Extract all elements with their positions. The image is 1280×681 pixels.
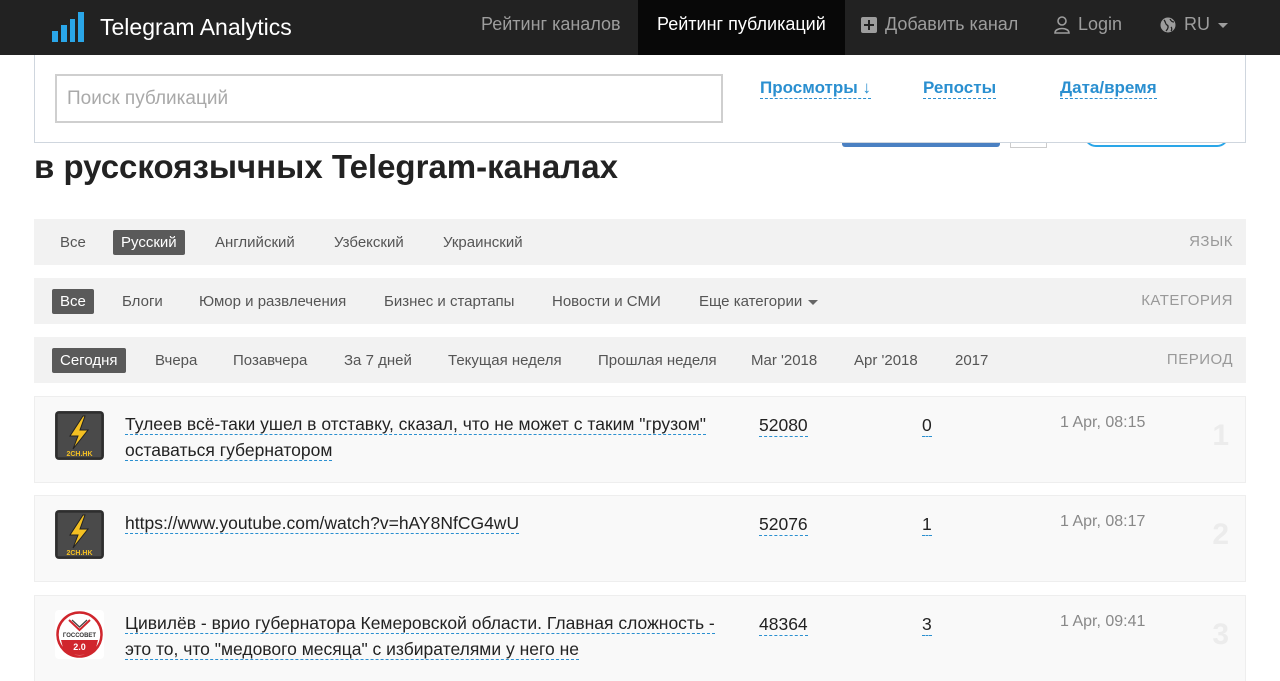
filter-period-last-week[interactable]: Прошлая неделя xyxy=(598,348,717,373)
filter-category-more-dropdown[interactable]: Еще категории xyxy=(699,289,819,314)
post-title: Цивилёв - врио губернатора Кемеровской о… xyxy=(125,613,715,660)
post-rank: 1 xyxy=(1212,419,1229,452)
filter-category-blogs[interactable]: Блоги xyxy=(122,289,163,314)
filter-period-7-days[interactable]: За 7 дней xyxy=(344,348,412,373)
filter-period-yesterday[interactable]: Вчера xyxy=(155,348,197,373)
avatar-text: 2CH.HK xyxy=(66,451,92,458)
category-filter-label: КАТЕГОРИЯ xyxy=(1141,292,1233,309)
post-reposts[interactable]: 3 xyxy=(922,613,932,636)
filter-period-2017[interactable]: 2017 xyxy=(955,348,988,373)
post-reposts[interactable]: 1 xyxy=(922,513,932,536)
brand-title[interactable]: Telegram Analytics xyxy=(100,14,292,41)
period-filter-bar: Сегодня Вчера Позавчера За 7 дней Текуща… xyxy=(34,337,1246,383)
bar-chart-icon xyxy=(52,12,84,42)
plus-square-icon xyxy=(861,17,877,34)
nav-add-channel[interactable]: Добавить канал xyxy=(861,0,1018,55)
sort-by-reposts[interactable]: Репосты xyxy=(923,78,997,99)
post-rank: 3 xyxy=(1212,618,1229,651)
post-title-link[interactable]: Тулеев всё-таки ушел в отставку, сказал,… xyxy=(125,411,715,463)
filter-category-humor[interactable]: Юмор и развлечения xyxy=(199,289,346,314)
filter-language-uzbek[interactable]: Узбекский xyxy=(334,230,404,255)
nav-language-dropdown[interactable]: RU xyxy=(1160,0,1228,55)
channel-avatar[interactable]: 2CH.HK xyxy=(55,411,104,460)
chevron-down-icon xyxy=(808,299,819,305)
post-title-link[interactable]: https://www.youtube.com/watch?v=hAY8NfCG… xyxy=(125,510,715,536)
nav-add-channel-label: Добавить канал xyxy=(885,14,1019,34)
language-filter-bar: Все Русский Английский Узбекский Украинс… xyxy=(34,219,1246,265)
lightning-icon: 2CH.HK xyxy=(55,411,104,460)
post-rank: 2 xyxy=(1212,518,1229,551)
post-card: ГОССОВЕТ 2.0 Цивилёв - врио губернатора … xyxy=(34,595,1246,681)
filter-language-ukrainian[interactable]: Украинский xyxy=(443,230,523,255)
post-title-link[interactable]: Цивилёв - врио губернатора Кемеровской о… xyxy=(125,610,715,662)
post-reposts[interactable]: 0 xyxy=(922,414,932,437)
language-filter-label: ЯЗЫК xyxy=(1189,233,1233,250)
post-views[interactable]: 48364 xyxy=(759,613,808,636)
filter-period-today[interactable]: Сегодня xyxy=(52,348,126,373)
user-icon xyxy=(1054,16,1070,35)
filter-category-all[interactable]: Все xyxy=(52,289,94,314)
post-views[interactable]: 52076 xyxy=(759,513,808,536)
gossovet-logo: ГОССОВЕТ 2.0 xyxy=(55,610,104,659)
post-card: 2CH.HK https://www.youtube.com/watch?v=h… xyxy=(34,495,1246,582)
nav-posts-rating[interactable]: Рейтинг публикаций xyxy=(638,0,845,55)
filter-language-english[interactable]: Английский xyxy=(215,230,295,255)
lightning-icon: 2CH.HK xyxy=(55,510,104,559)
filter-language-russian[interactable]: Русский xyxy=(113,230,185,255)
search-sort-panel: Просмотры ↓ Репосты Дата/время xyxy=(34,55,1246,143)
nav-login[interactable]: Login xyxy=(1054,0,1122,55)
brand-logo-link[interactable] xyxy=(52,12,84,42)
chevron-down-icon xyxy=(1218,22,1228,28)
filter-category-business[interactable]: Бизнес и стартапы xyxy=(384,289,514,314)
nav-channels-rating[interactable]: Рейтинг каналов xyxy=(481,0,621,55)
page-title: в русскоязычных Telegram-каналах xyxy=(34,148,618,185)
top-navbar: Telegram Analytics Рейтинг каналов Рейти… xyxy=(0,0,1280,55)
filter-category-news[interactable]: Новости и СМИ xyxy=(552,289,661,314)
channel-avatar[interactable]: 2CH.HK xyxy=(55,510,104,559)
sort-by-views[interactable]: Просмотры ↓ xyxy=(760,78,871,99)
post-title: Тулеев всё-таки ушел в отставку, сказал,… xyxy=(125,414,706,461)
filter-language-all[interactable]: Все xyxy=(60,230,86,255)
nav-language-label: RU xyxy=(1184,14,1210,34)
filter-period-mar-2018[interactable]: Mar '2018 xyxy=(751,348,817,373)
avatar-subtext: 2.0 xyxy=(73,642,86,652)
post-time: 1 Apr, 08:15 xyxy=(1060,414,1146,431)
nav-login-label: Login xyxy=(1078,14,1123,34)
post-time: 1 Apr, 09:41 xyxy=(1060,613,1146,630)
filter-period-apr-2018[interactable]: Apr '2018 xyxy=(854,348,918,373)
filter-period-day-before[interactable]: Позавчера xyxy=(233,348,307,373)
post-title: https://www.youtube.com/watch?v=hAY8NfCG… xyxy=(125,513,520,534)
post-views[interactable]: 52080 xyxy=(759,414,808,437)
period-filter-label: ПЕРИОД xyxy=(1166,351,1233,368)
avatar-text: 2CH.HK xyxy=(66,550,92,557)
post-card: 2CH.HK Тулеев всё-таки ушел в отставку, … xyxy=(34,396,1246,483)
sort-by-datetime[interactable]: Дата/время xyxy=(1060,78,1157,99)
globe-icon xyxy=(1160,17,1176,33)
more-categories-label: Еще категории xyxy=(699,293,803,310)
search-input[interactable] xyxy=(55,74,723,123)
avatar-text: ГОССОВЕТ xyxy=(63,633,97,639)
category-filter-bar: Все Блоги Юмор и развлечения Бизнес и ст… xyxy=(34,278,1246,324)
channel-avatar[interactable]: ГОССОВЕТ 2.0 xyxy=(55,610,104,659)
post-time: 1 Apr, 08:17 xyxy=(1060,513,1146,530)
filter-period-this-week[interactable]: Текущая неделя xyxy=(448,348,562,373)
